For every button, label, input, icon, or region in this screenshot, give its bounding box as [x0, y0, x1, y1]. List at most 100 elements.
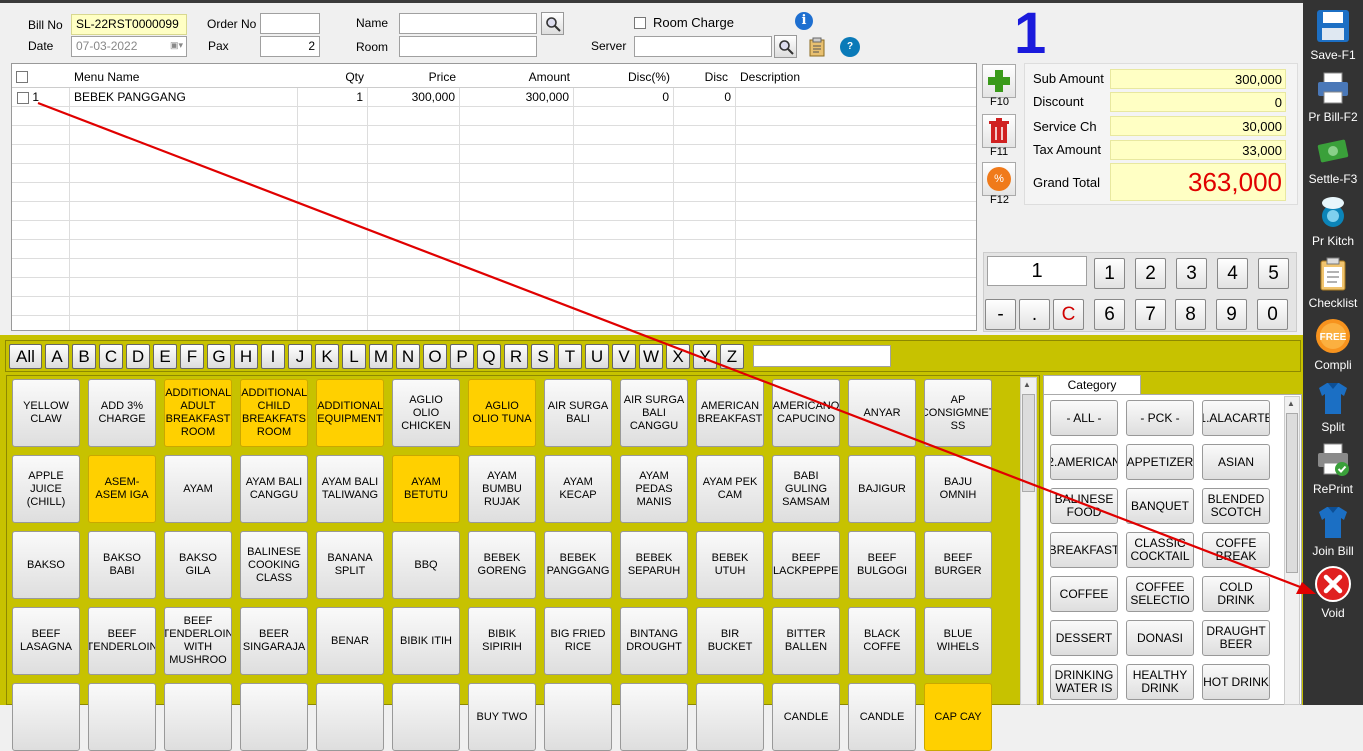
menu-item-bajigur[interactable]: BAJIGUR	[848, 455, 916, 523]
letter-z[interactable]: Z	[720, 344, 744, 369]
menu-item-buy-two[interactable]: BUY TWO	[468, 683, 536, 751]
keypad-key-dot[interactable]: .	[1019, 299, 1050, 330]
order-grid[interactable]: Menu Name Qty Price Amount Disc(%) Disc …	[11, 63, 977, 331]
category-balinese-food[interactable]: BALINESE FOOD	[1050, 488, 1118, 524]
menu-item[interactable]	[696, 683, 764, 751]
table-row[interactable]	[12, 145, 976, 164]
menu-item-blue-wihels[interactable]: BLUE WIHELS	[924, 607, 992, 675]
server-search-button[interactable]	[774, 35, 797, 58]
menu-item-babi-guling-samsam[interactable]: BABI GULING SAMSAM	[772, 455, 840, 523]
letter-f[interactable]: F	[180, 344, 204, 369]
menu-item-asem-asem-iga[interactable]: ASEM-ASEM IGA	[88, 455, 156, 523]
letter-e[interactable]: E	[153, 344, 177, 369]
menu-item-bir-bucket[interactable]: BIR BUCKET	[696, 607, 764, 675]
delete-item-button[interactable]	[982, 114, 1016, 148]
letter-x[interactable]: X	[666, 344, 690, 369]
category-1-alacarte[interactable]: 1.ALACARTE	[1202, 400, 1270, 436]
menu-item-additional-child-breakfats-room[interactable]: ADDITIONAL CHILD BREAKFATS ROOM	[240, 379, 308, 447]
keypad-key-8[interactable]: 8	[1175, 299, 1206, 330]
letter-p[interactable]: P	[450, 344, 474, 369]
clipboard-icon[interactable]	[808, 37, 826, 57]
menu-item-beef-blackpepper[interactable]: BEEF BLACKPEPPER	[772, 531, 840, 599]
pr-kitch-button[interactable]: Pr Kitch	[1303, 186, 1363, 248]
void-button[interactable]: Void	[1303, 558, 1363, 620]
scroll-up-icon[interactable]: ▲	[1287, 399, 1295, 408]
menu-item-bebek-separuh[interactable]: BEBEK SEPARUH	[620, 531, 688, 599]
menu-item-bakso[interactable]: BAKSO	[12, 531, 80, 599]
menu-item-bebek-panggang[interactable]: BEBEK PANGGANG	[544, 531, 612, 599]
scroll-thumb[interactable]	[1022, 394, 1035, 492]
menu-item[interactable]	[316, 683, 384, 751]
category-appetizer[interactable]: APPETIZER	[1126, 444, 1194, 480]
menu-item-bibik-sipirih[interactable]: BIBIK SIPIRIH	[468, 607, 536, 675]
room-charge-checkbox[interactable]	[634, 15, 646, 29]
menu-item-beef-tenderloin[interactable]: BEEF TENDERLOIN	[88, 607, 156, 675]
keypad-key-5[interactable]: 5	[1258, 258, 1289, 289]
menu-item-american-breakfast[interactable]: AMERICAN BREAKFAST	[696, 379, 764, 447]
category-scrollbar[interactable]: ▲	[1284, 396, 1300, 705]
discount-button[interactable]: %	[982, 162, 1016, 196]
menu-item-anyar[interactable]: ANYAR	[848, 379, 916, 447]
keypad-key-4[interactable]: 4	[1217, 258, 1248, 289]
keypad-key-2[interactable]: 2	[1135, 258, 1166, 289]
keypad-key-0[interactable]: 0	[1257, 299, 1288, 330]
menu-item-benar[interactable]: BENAR	[316, 607, 384, 675]
table-row[interactable]	[12, 107, 976, 126]
category-drinking-water-is[interactable]: DRINKING WATER IS	[1050, 664, 1118, 700]
category-donasi[interactable]: DONASI	[1126, 620, 1194, 656]
menu-item-ayam-bali-taliwang[interactable]: AYAM BALI TALIWANG	[316, 455, 384, 523]
menu-item-bitter-ballen[interactable]: BITTER BALLEN	[772, 607, 840, 675]
menu-item-add-3-charge[interactable]: ADD 3% CHARGE	[88, 379, 156, 447]
pax-field[interactable]: 2	[260, 36, 320, 57]
table-row[interactable]	[12, 183, 976, 202]
menu-item[interactable]	[88, 683, 156, 751]
keypad-key-9[interactable]: 9	[1216, 299, 1247, 330]
letter-d[interactable]: D	[126, 344, 150, 369]
menu-item-ayam[interactable]: AYAM	[164, 455, 232, 523]
letter-b[interactable]: B	[72, 344, 96, 369]
keypad-key-minus[interactable]: -	[985, 299, 1016, 330]
room-field[interactable]	[399, 36, 537, 57]
menu-item-beer-singaraja[interactable]: BEER SINGARAJA	[240, 607, 308, 675]
menu-search-input[interactable]	[753, 345, 891, 367]
name-search-button[interactable]	[541, 12, 564, 35]
menu-item-ayam-bali-canggu[interactable]: AYAM BALI CANGGU	[240, 455, 308, 523]
table-row[interactable]	[12, 221, 976, 240]
menu-item-bintang-drought[interactable]: BINTANG DROUGHT	[620, 607, 688, 675]
category-banquet[interactable]: BANQUET	[1126, 488, 1194, 524]
menu-item-balinese-cooking-class[interactable]: BALINESE COOKING CLASS	[240, 531, 308, 599]
menu-item-ayam-betutu[interactable]: AYAM BETUTU	[392, 455, 460, 523]
letter-r[interactable]: R	[504, 344, 528, 369]
menu-item-additional-equipment[interactable]: ADDITIONAL EQUIPMENT	[316, 379, 384, 447]
save-f1-button[interactable]: Save-F1	[1303, 0, 1363, 62]
menu-item-bakso-babi[interactable]: BAKSO BABI	[88, 531, 156, 599]
menu-item-air-surga-bali-canggu[interactable]: AIR SURGA BALI CANGGU	[620, 379, 688, 447]
category-all[interactable]: - ALL -	[1050, 400, 1118, 436]
letter-m[interactable]: M	[369, 344, 393, 369]
table-row[interactable]	[12, 297, 976, 316]
letter-all[interactable]: All	[9, 344, 42, 369]
letter-g[interactable]: G	[207, 344, 231, 369]
table-row[interactable]: 1 BEBEK PANGGANG 1 300,000 300,000 0 0	[12, 88, 976, 107]
menu-item-yellow-claw[interactable]: YELLOW CLAW	[12, 379, 80, 447]
menu-item-bbq[interactable]: BBQ	[392, 531, 460, 599]
web-help-icon[interactable]: ?	[840, 37, 860, 57]
menu-item-additional-adult-breakfast-room[interactable]: ADDITIONAL ADULT BREAKFAST ROOM	[164, 379, 232, 447]
menu-item-cap-cay[interactable]: CAP CAY	[924, 683, 992, 751]
row-checkbox[interactable]: 1	[12, 88, 70, 107]
letter-i[interactable]: I	[261, 344, 285, 369]
calendar-dropdown-icon[interactable]: ▣▾	[170, 40, 183, 51]
letter-k[interactable]: K	[315, 344, 339, 369]
letter-t[interactable]: T	[558, 344, 582, 369]
table-row[interactable]	[12, 278, 976, 297]
keypad-key-7[interactable]: 7	[1135, 299, 1166, 330]
category-asian[interactable]: ASIAN	[1202, 444, 1270, 480]
join-bill-button[interactable]: Join Bill	[1303, 496, 1363, 558]
menu-item-big-fried-rice[interactable]: BIG FRIED RICE	[544, 607, 612, 675]
category-hot-drink[interactable]: HOT DRINK	[1202, 664, 1270, 700]
menu-item-candle[interactable]: CANDLE	[772, 683, 840, 751]
letter-j[interactable]: J	[288, 344, 312, 369]
category-coffee[interactable]: COFFEE	[1050, 576, 1118, 612]
category-coffee-selectio[interactable]: COFFEE SELECTIO	[1126, 576, 1194, 612]
menu-item-ap-consigmnet-ss[interactable]: AP CONSIGMNET SS	[924, 379, 992, 447]
